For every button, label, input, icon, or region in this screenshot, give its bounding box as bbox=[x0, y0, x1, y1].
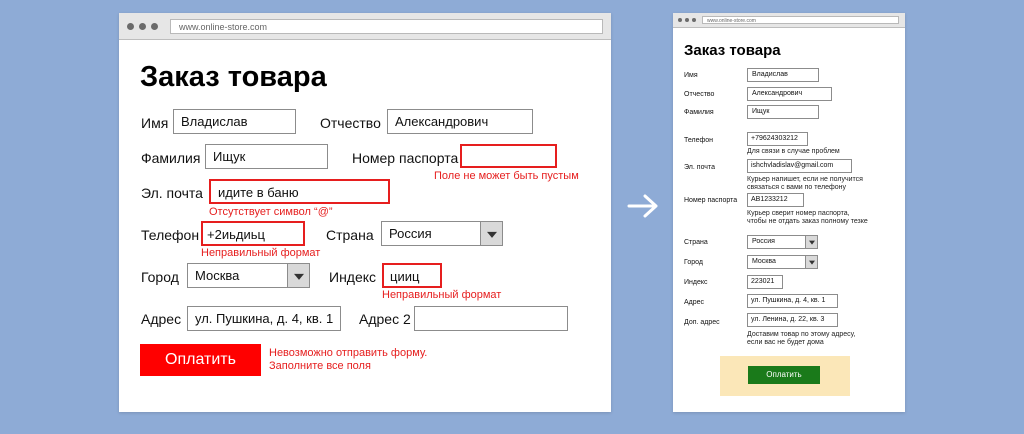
city-select-value: Москва bbox=[195, 268, 240, 283]
window-dot-icon bbox=[127, 23, 134, 30]
address-label: Адрес bbox=[141, 311, 182, 327]
page-title: Заказ товара bbox=[140, 61, 327, 93]
address2-label: Адрес 2 bbox=[359, 311, 411, 327]
zip-label: Индекс bbox=[329, 269, 377, 285]
passport-hint-line2: чтобы не отдать заказ полному тезке bbox=[747, 218, 868, 225]
city-label: Город bbox=[141, 269, 179, 285]
country-select-value: Россия bbox=[389, 226, 432, 241]
passport-label: Номер паспорта bbox=[684, 197, 738, 204]
email-hint-line2: связаться с вами по телефону bbox=[747, 184, 847, 191]
passport-label: Номер паспорта bbox=[352, 150, 459, 166]
patronymic-label: Отчество bbox=[684, 91, 715, 98]
surname-input[interactable]: Ищук bbox=[205, 144, 328, 169]
window-dot-icon bbox=[151, 23, 158, 30]
zip-label: Индекс bbox=[684, 279, 708, 286]
browser-toolbar: www.online-store.com bbox=[119, 13, 611, 40]
browser-toolbar: www.online-store.com bbox=[673, 13, 905, 28]
patronymic-label: Отчество bbox=[320, 115, 381, 131]
window-dot-icon bbox=[692, 18, 696, 22]
email-error: Отсутствует символ “@” bbox=[209, 206, 333, 218]
address-bar[interactable]: www.online-store.com bbox=[702, 16, 899, 24]
name-input[interactable]: Владислав bbox=[747, 68, 819, 82]
phone-hint: Для связи в случае проблем bbox=[747, 148, 840, 155]
address-input[interactable]: ул. Пушкина, д. 4, кв. 1 bbox=[187, 306, 341, 331]
left-browser-window: www.online-store.com Заказ товара Имя Вл… bbox=[119, 13, 611, 412]
zip-input[interactable]: цииц bbox=[382, 263, 442, 288]
patronymic-input[interactable]: Александрович bbox=[747, 87, 832, 101]
passport-input[interactable] bbox=[460, 144, 557, 168]
name-label: Имя bbox=[141, 115, 169, 131]
phone-input[interactable]: +79624303212 bbox=[747, 132, 808, 146]
country-label: Страна bbox=[684, 239, 708, 246]
address2-label: Доп. адрес bbox=[684, 319, 720, 326]
email-input[interactable]: идите в баню bbox=[209, 179, 390, 204]
passport-input[interactable]: AB1233212 bbox=[747, 193, 804, 207]
submit-error-line2: Заполните все поля bbox=[269, 360, 371, 372]
email-input[interactable]: ishchvladislav@gmail.com bbox=[747, 159, 852, 173]
surname-input[interactable]: Ищук bbox=[747, 105, 819, 119]
right-browser-window: www.online-store.com Заказ товара Имя Вл… bbox=[673, 13, 905, 412]
country-select[interactable]: Россия bbox=[381, 221, 503, 246]
window-dot-icon bbox=[139, 23, 146, 30]
chevron-down-icon[interactable] bbox=[805, 236, 817, 248]
submit-area: Оплатить bbox=[720, 356, 850, 396]
surname-label: Фамилия bbox=[684, 109, 714, 116]
country-select[interactable]: Россия bbox=[747, 235, 818, 249]
address2-hint-line2: если вас не будет дома bbox=[747, 339, 824, 346]
zip-error: Неправильный формат bbox=[382, 289, 502, 301]
address2-input[interactable] bbox=[414, 306, 568, 331]
address-bar[interactable]: www.online-store.com bbox=[170, 19, 603, 34]
patronymic-input[interactable]: Александрович bbox=[387, 109, 533, 134]
chevron-down-icon[interactable] bbox=[480, 222, 502, 245]
chevron-down-icon[interactable] bbox=[287, 264, 309, 287]
email-label: Эл. почта bbox=[141, 185, 203, 201]
window-dot-icon bbox=[678, 18, 682, 22]
pay-button[interactable]: Оплатить bbox=[140, 344, 261, 376]
address-input[interactable]: ул. Пушкина, д. 4, кв. 1 bbox=[747, 294, 838, 308]
address2-input[interactable]: ул. Ленина, д. 22, кв. 3 bbox=[747, 313, 838, 327]
chevron-down-icon[interactable] bbox=[805, 256, 817, 268]
name-label: Имя bbox=[684, 72, 698, 79]
name-input[interactable]: Владислав bbox=[173, 109, 296, 134]
zip-input[interactable]: 223021 bbox=[747, 275, 783, 289]
pay-button[interactable]: Оплатить bbox=[748, 366, 820, 384]
address-label: Адрес bbox=[684, 299, 705, 306]
window-dot-icon bbox=[685, 18, 689, 22]
right-arrow-icon bbox=[627, 194, 658, 218]
email-label: Эл. почта bbox=[684, 164, 715, 171]
phone-label: Телефон bbox=[684, 137, 714, 144]
country-select-value: Россия bbox=[752, 238, 775, 245]
country-label: Страна bbox=[326, 227, 374, 243]
surname-label: Фамилия bbox=[141, 150, 201, 166]
city-select[interactable]: Москва bbox=[187, 263, 310, 288]
city-select[interactable]: Москва bbox=[747, 255, 818, 269]
submit-error-line1: Невозможно отправить форму. bbox=[269, 347, 428, 359]
phone-error: Неправильный формат bbox=[201, 247, 321, 259]
city-select-value: Москва bbox=[752, 258, 776, 265]
phone-input[interactable]: +2иьдиьц bbox=[201, 221, 305, 246]
page-title: Заказ товара bbox=[684, 42, 781, 59]
passport-error: Поле не может быть пустым bbox=[434, 170, 579, 182]
phone-label: Телефон bbox=[141, 227, 200, 243]
city-label: Город bbox=[684, 259, 703, 266]
